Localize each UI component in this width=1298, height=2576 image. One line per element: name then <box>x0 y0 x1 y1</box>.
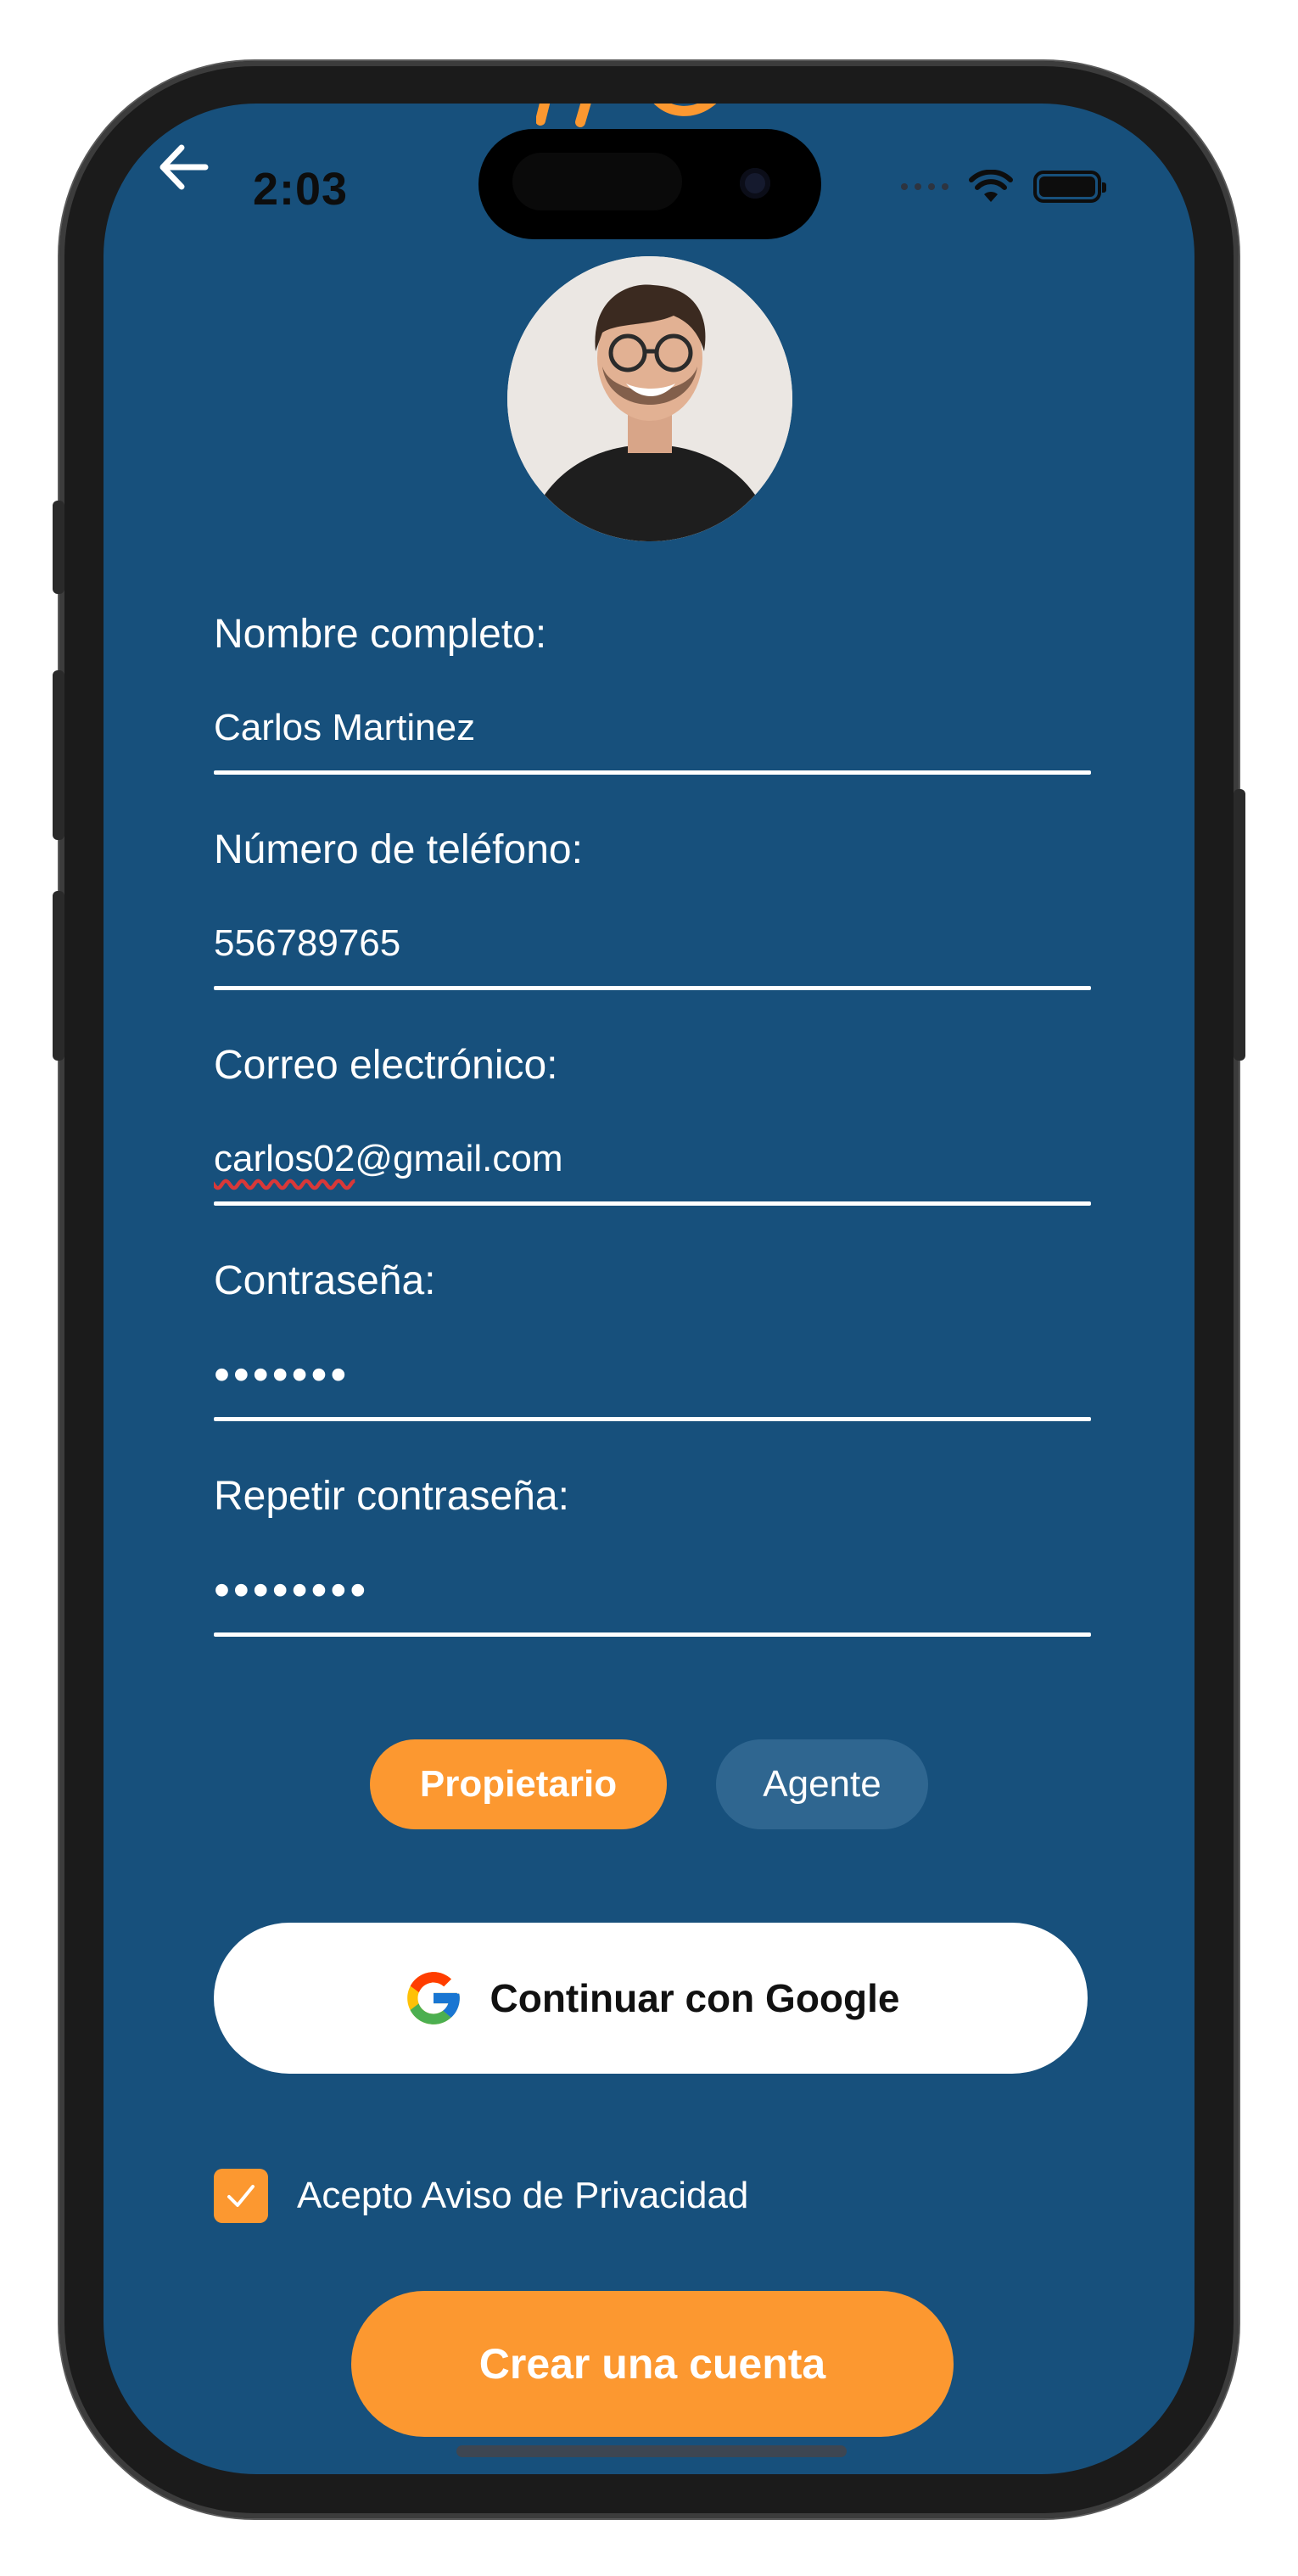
camera-icon <box>740 168 770 199</box>
privacy-checkbox[interactable] <box>214 2169 268 2223</box>
phone-label: Número de teléfono: <box>214 827 583 872</box>
repeat-password-label: Repetir contraseña: <box>214 1474 569 1519</box>
phone-input[interactable]: 556789765 <box>214 920 1091 967</box>
full-name-underline <box>214 770 1091 775</box>
wifi-icon <box>969 170 1013 202</box>
google-button-label: Continuar con Google <box>490 1976 900 2020</box>
role-selector: Propietario Agente <box>104 1739 1194 1829</box>
continue-with-google-button[interactable]: Continuar con Google <box>214 1923 1088 2074</box>
spellcheck-underline: carlos02 <box>214 1138 355 1179</box>
full-name-input[interactable]: Carlos Martinez <box>214 704 1091 752</box>
side-button-action <box>53 501 64 594</box>
email-underline <box>214 1201 1091 1206</box>
privacy-label[interactable]: Acepto Aviso de Privacidad <box>297 2175 748 2217</box>
password-input[interactable]: ••••••• <box>214 1351 1091 1398</box>
home-indicator[interactable] <box>456 2445 847 2457</box>
dynamic-island <box>478 129 821 239</box>
side-button-volume-up <box>53 670 64 840</box>
create-account-button[interactable]: Crear una cuenta <box>351 2291 954 2437</box>
checkmark-icon <box>227 2185 255 2207</box>
email-field[interactable]: Correo electrónico: carlos02@gmail.com <box>214 1040 1091 1206</box>
repeat-password-input[interactable]: •••••••• <box>214 1566 1091 1614</box>
side-button-power <box>1234 789 1245 1061</box>
full-name-field[interactable]: Nombre completo: Carlos Martinez <box>214 609 1091 775</box>
profile-photo <box>507 256 792 541</box>
full-name-label: Nombre completo: <box>214 612 547 657</box>
google-g-icon <box>406 1972 460 2024</box>
repeat-password-field[interactable]: Repetir contraseña: •••••••• <box>214 1471 1091 1637</box>
repeat-password-underline <box>214 1632 1091 1637</box>
email-input[interactable]: carlos02@gmail.com <box>214 1135 1091 1183</box>
privacy-consent: Acepto Aviso de Privacidad <box>214 2169 748 2223</box>
battery-icon <box>1033 171 1106 203</box>
role-option-propietario[interactable]: Propietario <box>370 1739 667 1829</box>
phone-field[interactable]: Número de teléfono: 556789765 <box>214 825 1091 990</box>
email-domain: @gmail.com <box>355 1138 563 1179</box>
role-option-agente[interactable]: Agente <box>716 1739 928 1829</box>
cellular-dots-icon <box>901 183 948 190</box>
side-button-volume-down <box>53 891 64 1061</box>
email-label: Correo electrónico: <box>214 1043 558 1088</box>
app-screen: 2:03 Nombre completo: Carlos Martinez Nú… <box>104 104 1194 2474</box>
back-arrow-icon[interactable] <box>154 137 214 197</box>
status-icons <box>901 170 1106 204</box>
phone-underline <box>214 986 1091 990</box>
avatar[interactable] <box>507 256 792 541</box>
password-field[interactable]: Contraseña: ••••••• <box>214 1256 1091 1421</box>
password-underline <box>214 1417 1091 1421</box>
status-time: 2:03 <box>253 164 349 215</box>
password-label: Contraseña: <box>214 1258 436 1303</box>
